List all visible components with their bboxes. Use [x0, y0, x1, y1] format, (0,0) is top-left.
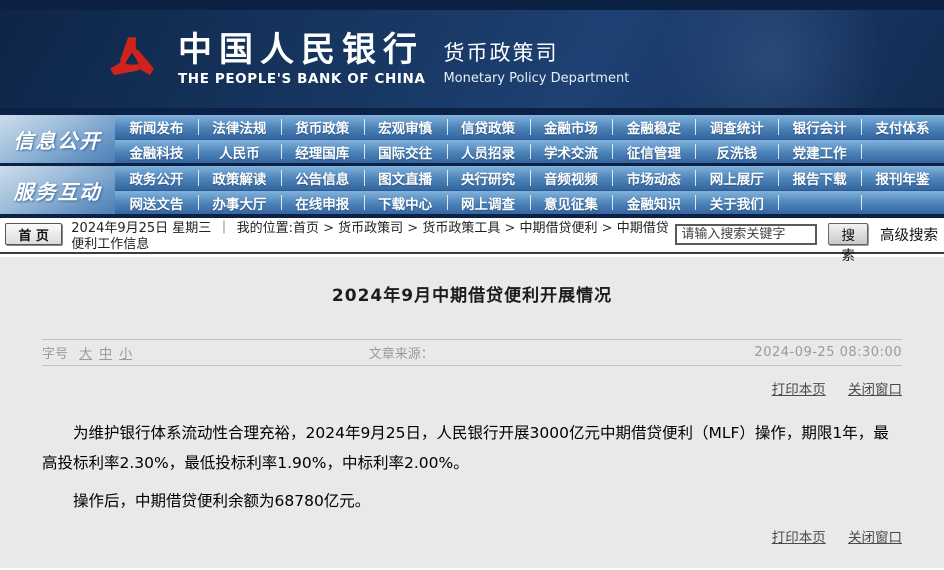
- article-paragraph: 操作后，中期借贷便利余额为68780亿元。: [42, 486, 902, 516]
- department-name-en: Monetary Policy Department: [443, 71, 629, 86]
- nav-item[interactable]: 网送文告: [115, 191, 198, 214]
- source-label: 文章来源：: [369, 347, 434, 362]
- nav-item[interactable]: 学术交流: [530, 140, 613, 163]
- home-button[interactable]: 首 页: [5, 223, 62, 245]
- nav-item[interactable]: 金融知识: [612, 191, 695, 214]
- nav-item[interactable]: 意见征集: [530, 191, 613, 214]
- header-banner: 中国人民银行 THE PEOPLE'S BANK OF CHINA 货币政策司 …: [0, 10, 944, 108]
- breadcrumb-arrow: >: [598, 221, 617, 236]
- nav-item[interactable]: 支付体系: [861, 115, 944, 139]
- breadcrumb-link[interactable]: 货币政策司: [338, 221, 403, 236]
- breadcrumb-location-link[interactable]: 我的位置:首页: [237, 221, 319, 236]
- nav-item[interactable]: 金融市场: [530, 115, 613, 139]
- article-paragraph: 为维护银行体系流动性合理充裕，2024年9月25日，人民银行开展3000亿元中期…: [42, 418, 902, 478]
- nav-item[interactable]: 在线申报: [281, 191, 364, 214]
- bank-name-en: THE PEOPLE'S BANK OF CHINA: [178, 71, 425, 87]
- font-size-link[interactable]: 大: [79, 347, 92, 362]
- article-source: 文章来源：: [369, 343, 755, 362]
- nav-row: 金融科技人民币经理国库国际交往人员招录学术交流征信管理反洗钱党建工作: [115, 139, 944, 163]
- department-block: 货币政策司 Monetary Policy Department: [443, 33, 629, 86]
- breadcrumb-link[interactable]: 中期借贷便利: [520, 221, 598, 236]
- close-link[interactable]: 关闭窗口: [848, 382, 902, 398]
- breadcrumb-date: 2024年9月25日 星期三: [71, 221, 211, 236]
- breadcrumb-arrow: >: [500, 221, 519, 236]
- nav-item[interactable]: 金融稳定: [612, 115, 695, 139]
- page-title: 2024年9月中期借贷便利开展情况: [0, 257, 944, 306]
- nav-row: 政务公开政策解读公告信息图文直播央行研究音频视频市场动态网上展厅报告下载报刊年鉴: [115, 166, 944, 190]
- article-meta-row: 字号 大中小 文章来源： 2024-09-25 08:30:00: [42, 339, 902, 366]
- nav-item[interactable]: 法律法规: [198, 115, 281, 139]
- nav-item[interactable]: 政策解读: [198, 166, 281, 190]
- nav-section: 服务互动政务公开政策解读公告信息图文直播央行研究音频视频市场动态网上展厅报告下载…: [0, 166, 944, 214]
- article-body: 为维护银行体系流动性合理充裕，2024年9月25日，人民银行开展3000亿元中期…: [42, 418, 902, 516]
- article-tools-bottom: 打印本页 关闭窗口: [42, 526, 902, 546]
- nav-rows: 政务公开政策解读公告信息图文直播央行研究音频视频市场动态网上展厅报告下载报刊年鉴…: [115, 166, 944, 214]
- nav-item[interactable]: 音频视频: [530, 166, 613, 190]
- nav-item[interactable]: 关于我们: [695, 191, 778, 214]
- nav-item[interactable]: 网上展厅: [695, 166, 778, 190]
- font-size-links: 大中小: [72, 347, 132, 362]
- nav-item[interactable]: 办事大厅: [198, 191, 281, 214]
- nav-item[interactable]: 宏观审慎: [364, 115, 447, 139]
- nav-item[interactable]: 公告信息: [281, 166, 364, 190]
- nav-item[interactable]: 图文直播: [364, 166, 447, 190]
- nav-section: 信息公开新闻发布法律法规货币政策宏观审慎信贷政策金融市场金融稳定调查统计银行会计…: [0, 115, 944, 163]
- publish-datetime: 2024-09-25 08:30:00: [754, 345, 902, 360]
- nav-row: 新闻发布法律法规货币政策宏观审慎信贷政策金融市场金融稳定调查统计银行会计支付体系: [115, 115, 944, 139]
- nav-item[interactable]: 政务公开: [115, 166, 198, 190]
- nav-item[interactable]: 征信管理: [612, 140, 695, 163]
- advanced-search-link[interactable]: 高级搜索: [880, 224, 938, 245]
- nav-rows: 新闻发布法律法规货币政策宏观审慎信贷政策金融市场金融稳定调查统计银行会计支付体系…: [115, 115, 944, 163]
- nav-item[interactable]: 金融科技: [115, 140, 198, 163]
- pboc-logo-icon: [100, 27, 164, 91]
- breadcrumb-separator: ｜: [213, 221, 234, 236]
- bank-name-cn: 中国人民银行: [178, 31, 425, 69]
- nav-item[interactable]: 市场动态: [612, 166, 695, 190]
- nav-section-label[interactable]: 服务互动: [0, 166, 115, 214]
- nav-row: 网送文告办事大厅在线申报下载中心网上调查意见征集金融知识关于我们: [115, 190, 944, 214]
- search-button[interactable]: 搜索: [828, 223, 868, 245]
- nav-cell-empty: [861, 191, 944, 214]
- nav-item[interactable]: 反洗钱: [695, 140, 778, 163]
- nav-item[interactable]: 网上调查: [447, 191, 530, 214]
- article-area: 2024年9月中期借贷便利开展情况 字号 大中小 文章来源： 2024-09-2…: [0, 257, 944, 568]
- nav-item[interactable]: 国际交往: [364, 140, 447, 163]
- nav-item[interactable]: 货币政策: [281, 115, 364, 139]
- nav-item[interactable]: 新闻发布: [115, 115, 198, 139]
- breadcrumb: 2024年9月25日 星期三 ｜ 我的位置:首页 > 货币政策司 > 货币政策工…: [71, 221, 675, 253]
- print-link[interactable]: 打印本页: [772, 530, 826, 546]
- nav-cell-empty: [778, 191, 861, 214]
- breadcrumb-arrow: >: [319, 221, 338, 236]
- nav-item[interactable]: 报刊年鉴: [861, 166, 944, 190]
- main-navigation: 信息公开新闻发布法律法规货币政策宏观审慎信贷政策金融市场金融稳定调查统计银行会计…: [0, 108, 944, 218]
- search-input[interactable]: [675, 224, 817, 245]
- search-area: 搜索 高级搜索: [675, 223, 938, 245]
- nav-item[interactable]: 央行研究: [447, 166, 530, 190]
- nav-item[interactable]: 党建工作: [778, 140, 861, 163]
- nav-item[interactable]: 调查统计: [695, 115, 778, 139]
- close-link[interactable]: 关闭窗口: [848, 530, 902, 546]
- nav-cell-empty: [861, 140, 944, 163]
- nav-section-label[interactable]: 信息公开: [0, 115, 115, 163]
- nav-item[interactable]: 经理国库: [281, 140, 364, 163]
- breadcrumb-arrow: >: [403, 221, 422, 236]
- font-size-label: 字号: [42, 347, 68, 362]
- article-tools-top: 打印本页 关闭窗口: [42, 378, 902, 398]
- department-name-cn: 货币政策司: [443, 37, 629, 67]
- print-link[interactable]: 打印本页: [772, 382, 826, 398]
- nav-item[interactable]: 下载中心: [364, 191, 447, 214]
- nav-item[interactable]: 人民币: [198, 140, 281, 163]
- breadcrumb-link[interactable]: 货币政策工具: [422, 221, 500, 236]
- nav-item[interactable]: 报告下载: [778, 166, 861, 190]
- bank-name-block: 中国人民银行 THE PEOPLE'S BANK OF CHINA: [178, 31, 425, 87]
- top-strip: [0, 0, 944, 10]
- nav-item[interactable]: 信贷政策: [447, 115, 530, 139]
- breadcrumb-bar: 首 页 2024年9月25日 星期三 ｜ 我的位置:首页 > 货币政策司 > 货…: [0, 218, 944, 254]
- font-size-controls: 字号 大中小: [42, 343, 369, 362]
- nav-item[interactable]: 银行会计: [778, 115, 861, 139]
- nav-item[interactable]: 人员招录: [447, 140, 530, 163]
- font-size-link[interactable]: 中: [99, 347, 112, 362]
- font-size-link[interactable]: 小: [119, 347, 132, 362]
